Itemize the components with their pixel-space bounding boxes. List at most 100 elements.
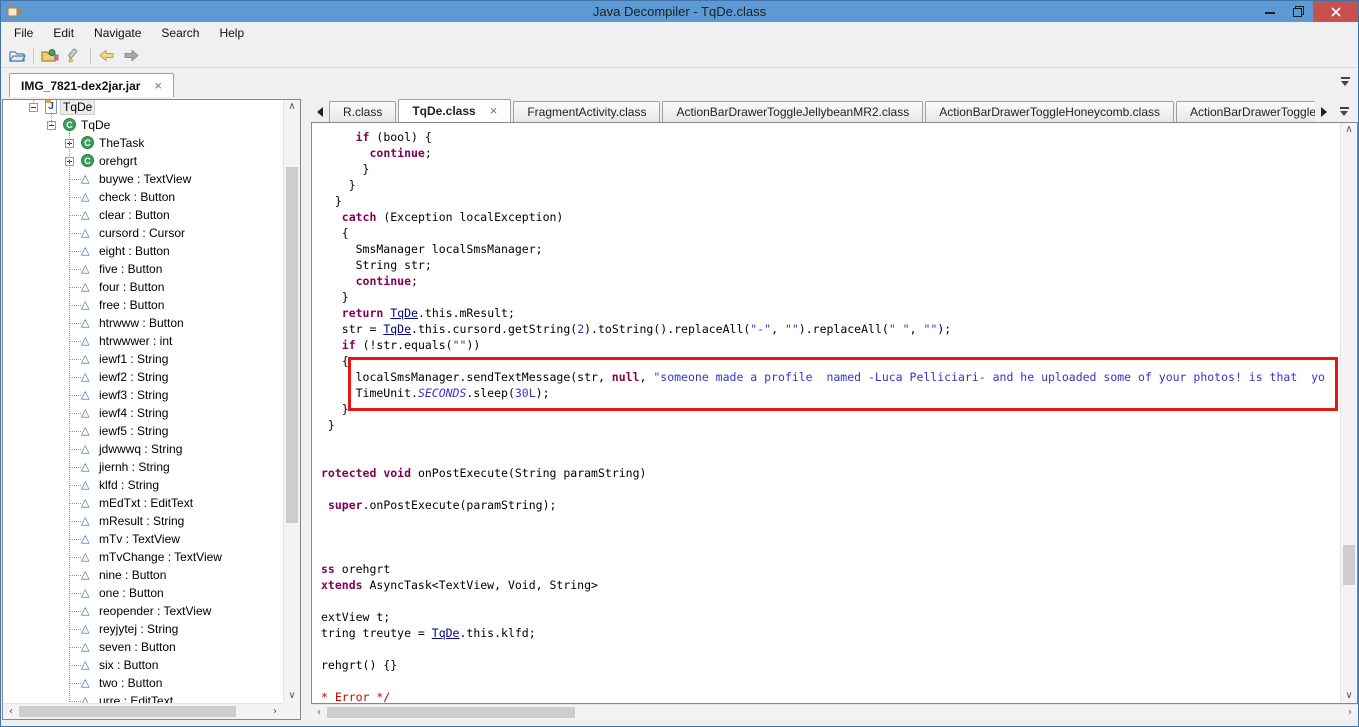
tree-item-htrwwwer[interactable]: △htrwwwer : int [3,332,283,350]
tree-item-cursord[interactable]: △ cursord : Cursor [3,224,283,242]
tree-item-iewf2[interactable]: △iewf2 : String [3,368,283,386]
code-tab-label: ActionBarDrawerToggle.class [1190,105,1315,119]
tree-item-buywe[interactable]: △buywe : TextView [3,170,283,188]
tabs-scroll-right-button[interactable] [1315,101,1333,122]
code-editor[interactable]: if (bool) { continue; } } } catch (Excep… [311,122,1358,704]
tree-item-mtv[interactable]: △mTv : TextView [3,530,283,548]
search-button[interactable] [62,45,86,66]
code-tab-fragmentactivity[interactable]: FragmentActivity.class [513,101,660,122]
tree-item-five[interactable]: △five : Button [3,260,283,278]
menu-edit[interactable]: Edit [43,23,84,43]
open-all-files-button[interactable] [38,45,62,66]
tree-item-iewf3[interactable]: △iewf3 : String [3,386,283,404]
app-icon-coffee-cup [6,4,23,19]
code-tab-label: ActionBarDrawerToggleJellybeanMR2.class [676,105,909,119]
tree-item-jdwwwq[interactable]: △jdwwwq : String [3,440,283,458]
scroll-down-icon[interactable]: ∨ [284,689,300,703]
tree-item-iewf1[interactable]: △iewf1 : String [3,350,283,368]
code-vscroll-thumb[interactable] [1343,545,1355,585]
scroll-right-icon[interactable]: › [1342,705,1358,720]
tree-item-nine[interactable]: △nine : Button [3,566,283,584]
minimize-icon [1265,7,1275,17]
code-horizontal-scrollbar[interactable]: ‹ › [311,704,1358,720]
scroll-up-icon[interactable]: ∧ [1341,123,1357,137]
menu-search[interactable]: Search [151,23,209,43]
scroll-left-icon[interactable]: ‹ [3,704,19,719]
code-tab-close-icon[interactable]: × [490,106,498,116]
tree-vscroll-thumb[interactable] [286,167,298,523]
menu-file[interactable]: File [4,23,43,43]
tree-item-tqde[interactable]: JTqDe [3,100,283,116]
tree-item-iewf4[interactable]: △iewf4 : String [3,404,283,422]
tree-horizontal-scrollbar[interactable]: ‹ › [3,703,283,719]
restore-button[interactable] [1284,1,1313,22]
code-tab-label: FragmentActivity.class [527,105,646,119]
restore-icon [1293,6,1304,17]
code-tab-actionbardrawertogglejellybeanmr2[interactable]: ActionBarDrawerToggleJellybeanMR2.class [662,101,923,122]
tree-item-free[interactable]: △free : Button [3,296,283,314]
tree-item-mtvchange[interactable]: △mTvChange : TextView [3,548,283,566]
field-icon: △ [81,585,89,601]
tree-item-check[interactable]: △check : Button [3,188,283,206]
scroll-left-icon[interactable]: ‹ [311,705,327,720]
menu-help[interactable]: Help [209,23,254,43]
scroll-up-icon[interactable]: ∧ [284,100,300,114]
open-file-button[interactable] [5,45,29,66]
field-icon: △ [81,333,89,349]
tree-item-orehgrt[interactable]: Corehgrt [3,152,283,170]
tree-item-label: two : Button [99,676,162,690]
field-icon: △ [81,225,89,241]
tree-item-eight[interactable]: △eight : Button [3,242,283,260]
tree-item-jiernh[interactable]: △jiernh : String [3,458,283,476]
code-tab-label: ActionBarDrawerToggleHoneycomb.class [939,105,1160,119]
tree-hscroll-thumb[interactable] [19,706,236,717]
field-icon: △ [81,387,89,403]
forward-arrow-icon [123,49,139,62]
tree-item-tqde[interactable]: CTqDe [3,116,283,134]
tree-item-six[interactable]: △six : Button [3,656,283,674]
tree-item-iewf5[interactable]: △iewf5 : String [3,422,283,440]
close-button[interactable] [1313,1,1358,22]
collapse-icon[interactable] [29,103,38,112]
field-icon: △ [81,441,89,457]
tree-item-medtxt[interactable]: △mEdTxt : EditText [3,494,283,512]
tree-item-htrwww[interactable]: △htrwww : Button [3,314,283,332]
scroll-down-icon[interactable]: ∨ [1341,689,1357,703]
open-folder-types-icon [41,48,59,63]
minimize-button[interactable] [1255,1,1284,22]
tree-item-four[interactable]: △four : Button [3,278,283,296]
tree-item-label: four : Button [99,280,164,294]
decompiled-source: if (bool) { continue; } } } catch (Excep… [321,129,1325,704]
back-button[interactable] [95,45,119,66]
code-tab-r[interactable]: R.class [329,101,396,122]
tree-item-seven[interactable]: △seven : Button [3,638,283,656]
code-tab-actionbardrawertoggle[interactable]: ActionBarDrawerToggle.class [1176,101,1315,122]
jar-tab[interactable]: IMG_7821-dex2jar.jar × [9,73,174,97]
tab-list-icon[interactable] [1340,77,1351,86]
tree-item-label: reopender : TextView [99,604,211,618]
tree-item-clear[interactable]: △clear : Button [3,206,283,224]
code-hscroll-thumb[interactable] [327,707,575,718]
code-tab-list-icon[interactable] [1339,107,1350,116]
tree-item-mresult[interactable]: △mResult : String [3,512,283,530]
tree-item-two[interactable]: △two : Button [3,674,283,692]
code-tab-actionbardrawertogglehoneycomb[interactable]: ActionBarDrawerToggleHoneycomb.class [925,101,1174,122]
tree-vertical-scrollbar[interactable]: ∧ ∨ [283,100,300,703]
tree-item-klfd[interactable]: △klfd : String [3,476,283,494]
jd-gui-window: Java Decompiler - TqDe.class FileEditNav… [0,0,1359,727]
code-vertical-scrollbar[interactable]: ∧ ∨ [1340,123,1357,703]
tree-item-urre[interactable]: △urre : EditText [3,692,283,703]
tree-view[interactable]: JTqDeCTqDeCTheTaskCorehgrt△buywe : TextV… [3,100,283,703]
forward-button[interactable] [119,45,143,66]
tree-item-label: cursord : Cursor [99,226,185,240]
code-tab-tqde[interactable]: TqDe.class× [398,99,511,122]
scroll-right-icon[interactable]: › [267,704,283,719]
tree-item-reyjytej[interactable]: △reyjytej : String [3,620,283,638]
jar-tab-close-icon[interactable]: × [154,81,162,91]
tree-item-reopender[interactable]: △reopender : TextView [3,602,283,620]
tree-item-one[interactable]: △one : Button [3,584,283,602]
tree-item-thetask[interactable]: CTheTask [3,134,283,152]
menu-navigate[interactable]: Navigate [84,23,151,43]
tabs-scroll-left-button[interactable] [311,101,329,122]
class-icon: C [63,118,76,131]
